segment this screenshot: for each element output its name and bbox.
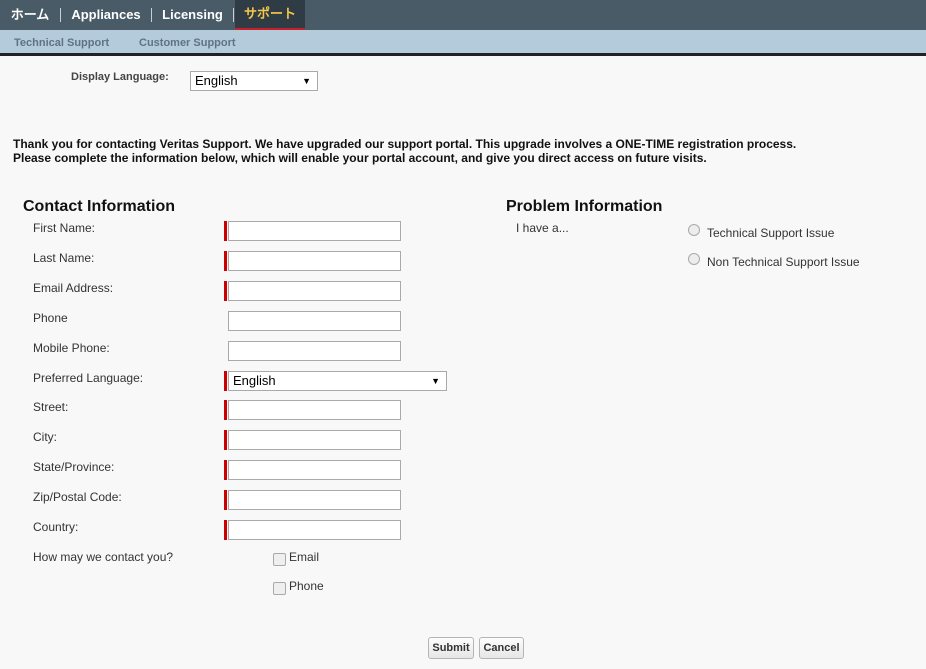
sub-nav: Technical Support Customer Support [0, 30, 926, 56]
preferred-language-value: English [233, 373, 276, 388]
tab-appliances[interactable]: Appliances [61, 0, 151, 30]
required-marker [224, 430, 227, 450]
problem-information-title: Problem Information [506, 198, 663, 215]
tab-separator [233, 8, 234, 22]
chevron-down-icon: ▼ [431, 376, 440, 386]
non-technical-support-issue-label: Non Technical Support Issue [707, 255, 860, 269]
city-label: City: [33, 430, 57, 444]
required-marker [224, 281, 227, 301]
street-label: Street: [33, 400, 69, 414]
state-province-field[interactable] [228, 460, 401, 480]
subnav-customer-support[interactable]: Customer Support [139, 30, 236, 56]
zip-postal-code-label: Zip/Postal Code: [33, 490, 122, 504]
first-name-field[interactable] [228, 221, 401, 241]
subnav-technical-support[interactable]: Technical Support [14, 30, 109, 56]
contact-email-checkbox[interactable] [273, 553, 286, 566]
city-field[interactable] [228, 430, 401, 450]
state-province-label: State/Province: [33, 460, 115, 474]
required-marker [224, 400, 227, 420]
required-marker [224, 460, 227, 480]
first-name-label: First Name: [33, 221, 96, 235]
country-field[interactable] [228, 520, 401, 540]
required-marker [224, 520, 227, 540]
contact-email-label: Email [289, 550, 320, 564]
required-marker [224, 371, 227, 391]
zip-postal-code-field[interactable] [228, 490, 401, 510]
display-language-value: English [195, 73, 238, 88]
email-address-field[interactable] [228, 281, 401, 301]
contact-phone-checkbox[interactable] [273, 582, 286, 595]
display-language-label: Display Language: [71, 71, 169, 83]
intro-line-1: Thank you for contacting Veritas Support… [13, 137, 797, 151]
problem-prompt-label: I have a... [516, 221, 569, 235]
cancel-button[interactable]: Cancel [479, 637, 524, 659]
intro-line-2: Please complete the information below, w… [13, 151, 707, 165]
last-name-label: Last Name: [33, 251, 95, 265]
country-label: Country: [33, 520, 79, 534]
mobile-phone-field[interactable] [228, 341, 401, 361]
chevron-down-icon: ▼ [302, 76, 311, 86]
phone-field[interactable] [228, 311, 401, 331]
required-marker [224, 221, 227, 241]
non-technical-support-issue-radio[interactable] [688, 253, 700, 265]
mobile-phone-label: Mobile Phone: [33, 341, 110, 355]
preferred-language-select[interactable]: English ▼ [228, 371, 447, 391]
preferred-language-label: Preferred Language: [33, 371, 144, 385]
submit-button[interactable]: Submit [428, 637, 474, 659]
tab-home[interactable]: ホーム [0, 0, 60, 30]
phone-label: Phone [33, 311, 68, 325]
street-field[interactable] [228, 400, 401, 420]
technical-support-issue-radio[interactable] [688, 224, 700, 236]
tab-licensing[interactable]: Licensing [152, 0, 233, 30]
technical-support-issue-label: Technical Support Issue [707, 226, 835, 240]
contact-information-title: Contact Information [23, 198, 175, 215]
intro-text: Thank you for contacting Veritas Support… [13, 137, 913, 165]
contact-method-label: How may we contact you? [33, 550, 174, 564]
required-marker [224, 251, 227, 271]
email-address-label: Email Address: [33, 281, 114, 295]
top-nav: ホーム Appliances Licensing サポート [0, 0, 926, 30]
contact-phone-label: Phone [289, 579, 324, 593]
tab-support[interactable]: サポート [235, 0, 305, 30]
display-language-select[interactable]: English ▼ [190, 71, 318, 91]
required-marker [224, 490, 227, 510]
last-name-field[interactable] [228, 251, 401, 271]
